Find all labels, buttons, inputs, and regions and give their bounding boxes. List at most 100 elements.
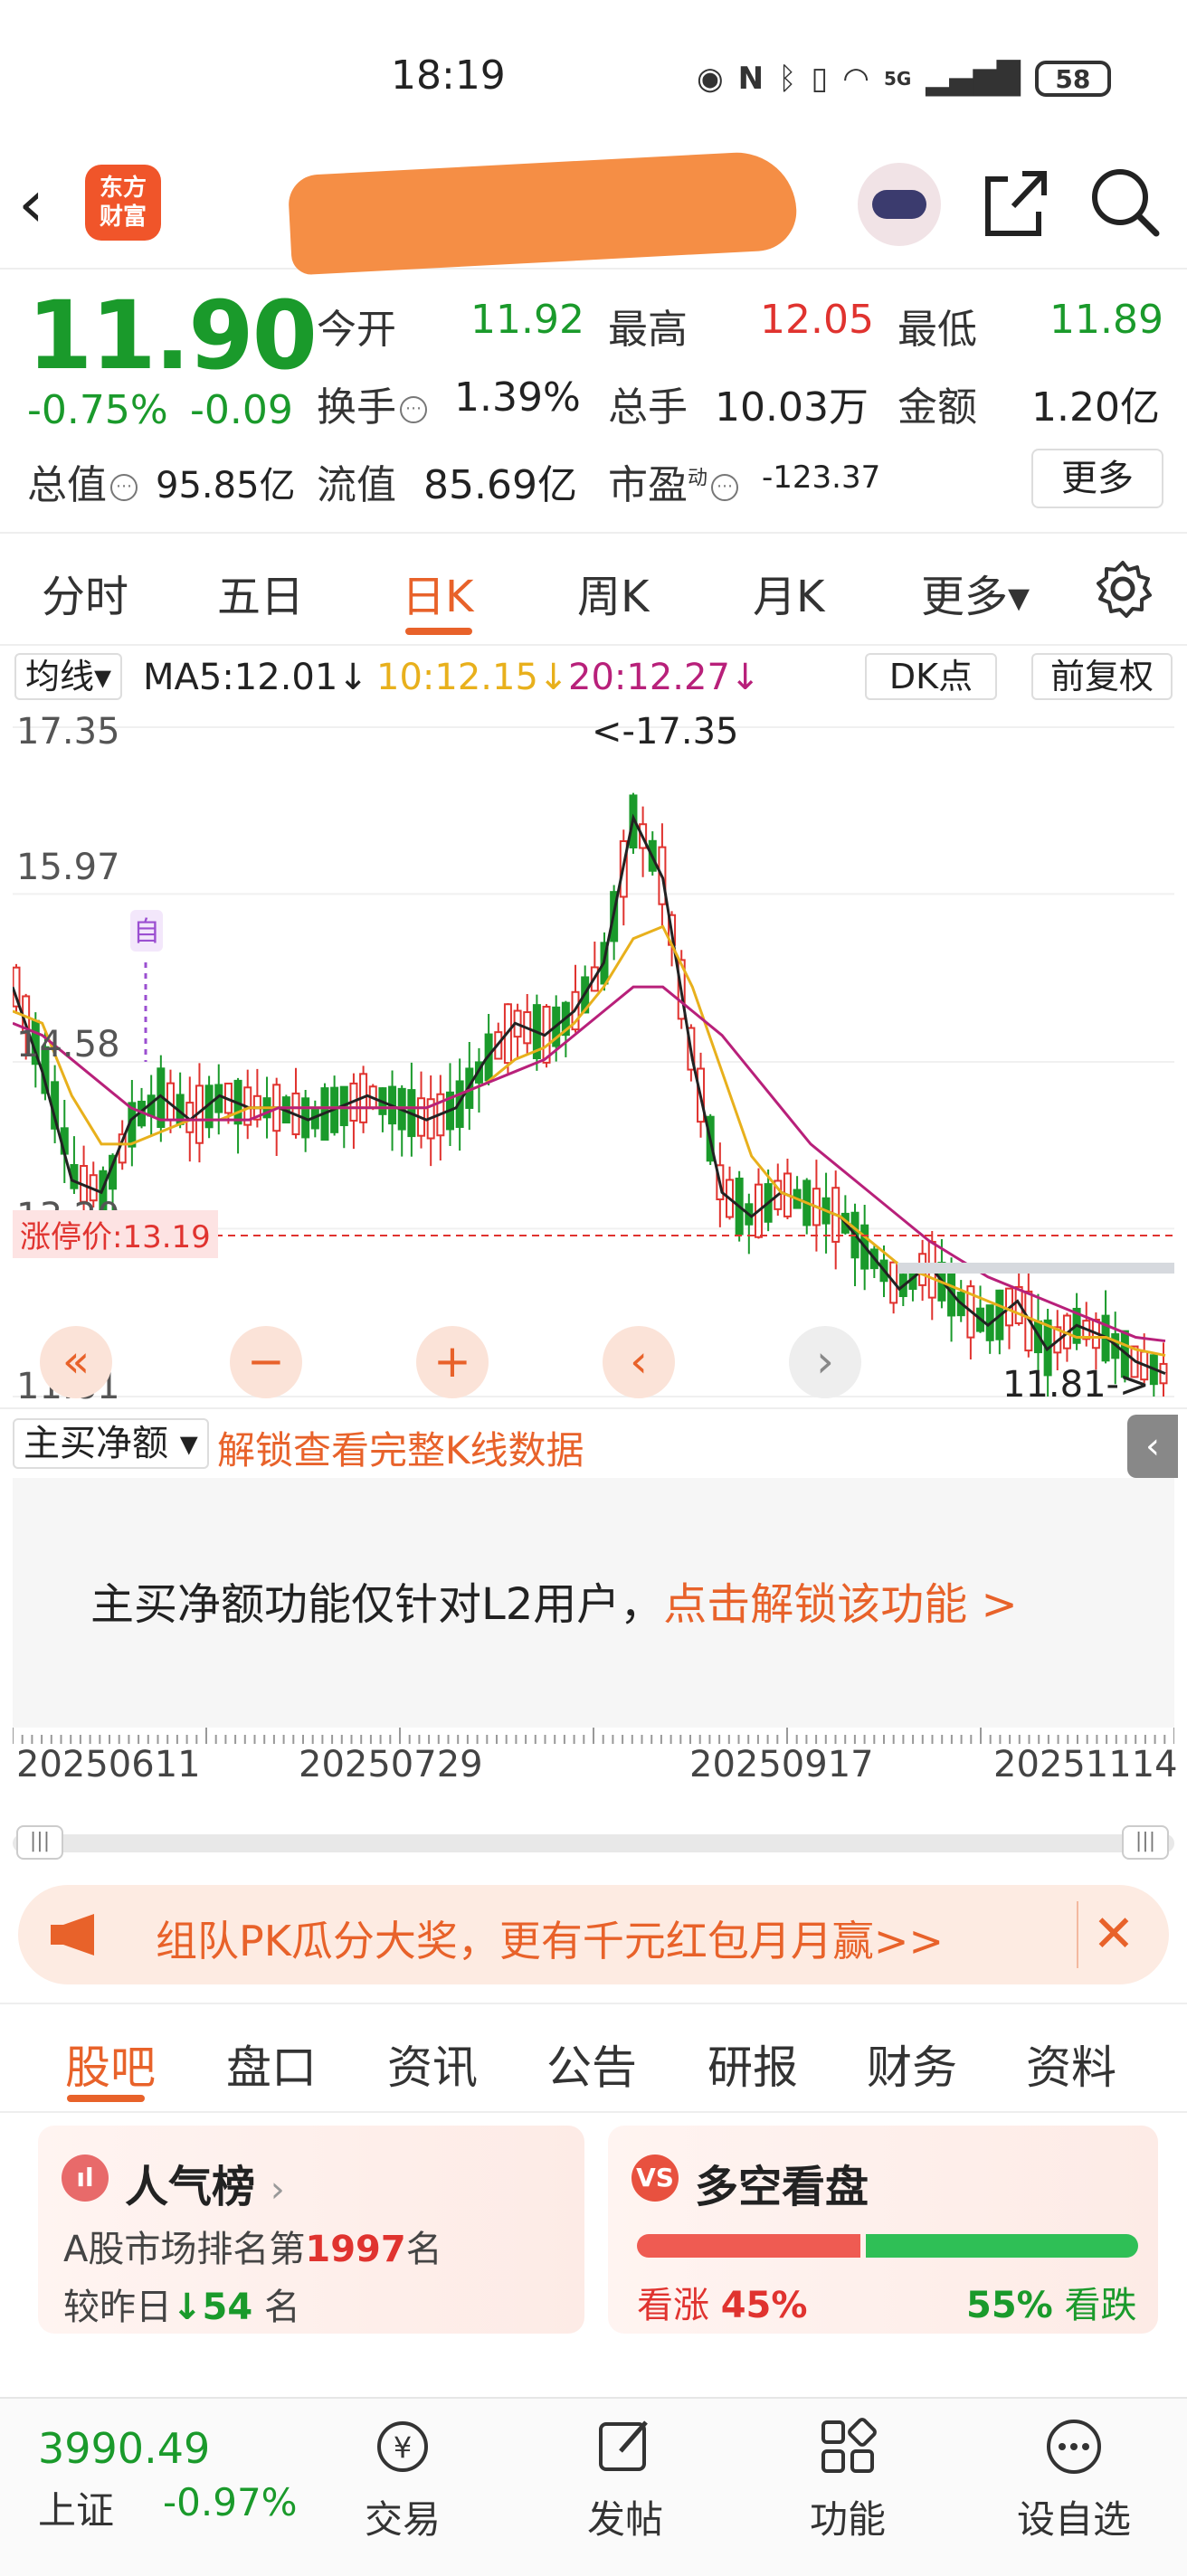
period-tabs: 分时 五日 日K 周K 月K 更多▾ — [0, 534, 1187, 644]
date-label: 20250729 — [299, 1744, 483, 1785]
tab-research[interactable]: 研报 — [707, 2031, 798, 2097]
next-button[interactable]: › — [789, 1326, 861, 1398]
bottom-nav: 3990.49 上证 -0.97% ¥ 交易 发帖 功能 设自选 — [0, 2397, 1187, 2576]
tab-intraday[interactable]: 分时 — [42, 561, 128, 624]
nav-trade[interactable]: ¥ 交易 — [335, 2415, 470, 2551]
promo-text[interactable]: 组队PK瓜分大奖，更有千元红包月月赢>> — [156, 1908, 944, 1968]
grid-icon — [821, 2418, 877, 2473]
long-short-card[interactable]: VS 多空看盘 看涨 45% 55% 看跌 — [608, 2126, 1158, 2334]
index-change[interactable]: -0.97% — [163, 2480, 298, 2524]
nav-label: 设自选 — [1016, 2497, 1131, 2542]
adjust-button[interactable]: 前复权 — [1031, 653, 1173, 700]
dk-point-button[interactable]: DK点 — [865, 653, 997, 700]
gear-icon[interactable] — [1093, 559, 1153, 619]
eye-icon: ◉ — [697, 61, 724, 97]
nav-add-watchlist[interactable]: 设自选 — [1006, 2415, 1142, 2551]
y-tick: 15.97 — [16, 847, 120, 888]
active-tab-underline — [67, 2095, 145, 2102]
date-label: 20250611 — [16, 1744, 201, 1785]
max-marker: <-17.35 — [592, 711, 738, 753]
tab-news[interactable]: 资讯 — [387, 2031, 478, 2097]
change-amount: -0.09 — [190, 387, 293, 433]
last-price: 11.90 — [27, 280, 318, 391]
l2-message: 主买净额功能仅针对L2用户，点击解锁该功能 > — [90, 1579, 1018, 1630]
tab-finance[interactable]: 财务 — [867, 2031, 957, 2097]
tab-monthly-k[interactable]: 月K — [753, 561, 824, 624]
l2-unlock-link[interactable]: 点击解锁该功能 > — [663, 1579, 1017, 1630]
tab-profile[interactable]: 资料 — [1026, 2031, 1116, 2097]
zoom-in-button[interactable]: + — [416, 1326, 489, 1398]
unlock-link[interactable]: 解锁查看完整K线数据 — [217, 1420, 584, 1475]
range-handle-left[interactable]: ||| — [16, 1825, 63, 1860]
nav-functions[interactable]: 功能 — [780, 2415, 916, 2551]
ma10-value: 10:12.15↓ — [376, 657, 569, 698]
tab-daily-k[interactable]: 日K — [402, 561, 473, 624]
ai-assistant-icon[interactable] — [858, 163, 941, 246]
sub-indicator-select[interactable]: 主买净额 ▾ — [13, 1418, 209, 1469]
pe-sup: 动 — [688, 467, 708, 490]
promo-banner[interactable]: 组队PK瓜分大奖，更有千元红包月月赢>> ✕ — [18, 1885, 1169, 1984]
rank-line: A股市场排名第1997名 — [63, 2229, 442, 2270]
y-tick: 17.35 — [16, 711, 120, 753]
logo-line-2: 财富 — [99, 204, 147, 231]
megaphone-icon — [51, 1914, 94, 1956]
close-icon[interactable]: ✕ — [1077, 1901, 1149, 1968]
tab-guba[interactable]: 股吧 — [65, 2031, 156, 2097]
sub-indicator-panel: 主买净额功能仅针对L2用户，点击解锁该功能 > — [13, 1478, 1174, 1728]
volume-value: 10.03万 — [715, 384, 869, 431]
edit-icon — [599, 2420, 648, 2471]
ma-select[interactable]: 均线▾ — [14, 653, 123, 700]
index-name[interactable]: 上证 — [38, 2480, 114, 2535]
quote-panel: 11.90 -0.75% -0.09 今开 11.92 最高 12.05 最低 … — [0, 271, 1187, 534]
info-icon[interactable]: ⋯ — [110, 474, 138, 501]
mktcap-label: 总值 ⋯ — [27, 452, 138, 510]
nav-label: 发帖 — [586, 2497, 663, 2542]
range-handle-right[interactable]: ||| — [1122, 1825, 1169, 1860]
pe-value: -123.37 — [762, 459, 881, 496]
more-button[interactable]: 更多 — [1031, 449, 1163, 508]
share-icon[interactable] — [977, 161, 1049, 242]
tab-pankou[interactable]: 盘口 — [226, 2031, 317, 2097]
ma20-value: 20:12.27↓ — [568, 657, 761, 698]
zoom-out-button[interactable]: − — [230, 1326, 302, 1398]
tab-five-day[interactable]: 五日 — [217, 561, 304, 624]
tab-announcements[interactable]: 公告 — [546, 2031, 637, 2097]
y-tick: 14.58 — [16, 1024, 120, 1065]
wifi-icon: ◠ — [842, 61, 869, 97]
collapse-icon[interactable]: ‹ — [1127, 1415, 1178, 1478]
vibrate-icon: ▯ — [811, 61, 829, 97]
status-bar: 18:19 ◉ Ν ᛒ ▯ ◠ 5G ▂▄▆█ 58 — [0, 0, 1187, 154]
tab-more[interactable]: 更多▾ — [921, 561, 1030, 624]
status-icons: ◉ Ν ᛒ ▯ ◠ 5G ▂▄▆█ 58 — [697, 56, 1111, 101]
info-icon[interactable]: ⋯ — [400, 396, 427, 423]
search-icon[interactable] — [1084, 161, 1165, 242]
amount-label: 金额 — [897, 384, 977, 431]
popularity-card[interactable]: ıl 人气榜 › A股市场排名第1997名 较昨日↓54 名 — [38, 2126, 584, 2334]
yen-cycle-icon: ¥ — [377, 2421, 428, 2472]
nav-post[interactable]: 发帖 — [557, 2415, 693, 2551]
pe-label: 市盈动 ⋯ — [608, 452, 739, 510]
candles — [13, 792, 1168, 1397]
range-scrollbar[interactable] — [13, 1834, 1174, 1852]
stock-name-redacted[interactable] — [287, 149, 799, 276]
info-icon[interactable]: ⋯ — [711, 474, 739, 501]
svg-text:¥: ¥ — [394, 2430, 412, 2465]
nav-label: 功能 — [809, 2497, 886, 2542]
network-label: 5G — [883, 68, 912, 90]
date-axis-ticks — [13, 1728, 1174, 1744]
float-label: 流值 — [317, 462, 396, 508]
content-tabs: 股吧 盘口 资讯 公告 研报 财务 资料 — [0, 2003, 1187, 2113]
back-button[interactable]: ‹ — [18, 163, 81, 244]
tab-weekly-k[interactable]: 周K — [577, 561, 649, 624]
nav-label: 交易 — [364, 2497, 441, 2542]
kline-chart[interactable]: 自 <-17.35 11.81-> — [13, 709, 1174, 1407]
top-nav: ‹ 东方 财富 — [0, 145, 1187, 276]
ma20-line — [13, 985, 1166, 1343]
prev-button[interactable]: ‹ — [603, 1326, 675, 1398]
more-dots-icon — [1047, 2420, 1101, 2474]
long-short-title: 多空看盘 — [695, 2162, 869, 2212]
zoom-out-all-button[interactable]: « — [40, 1326, 112, 1398]
index-value[interactable]: 3990.49 — [38, 2424, 210, 2473]
volume-label: 总手 — [608, 384, 688, 431]
battery-icon: 58 — [1034, 61, 1111, 97]
